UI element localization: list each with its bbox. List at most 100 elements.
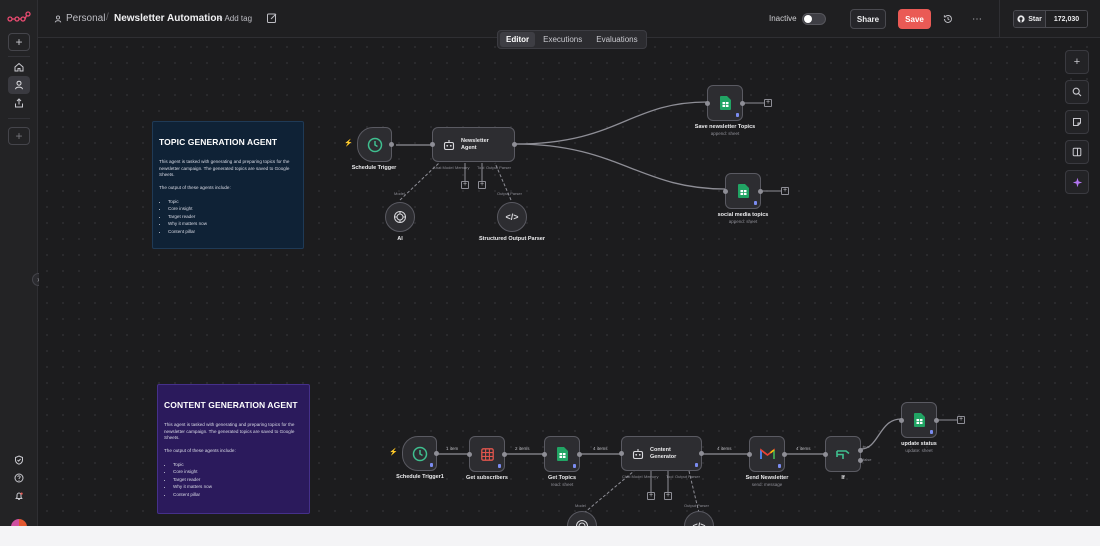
output-pin[interactable] — [389, 142, 394, 147]
github-star-button[interactable]: Star 172,030 — [1013, 10, 1088, 28]
search-nodes-button[interactable] — [1065, 80, 1089, 104]
help-button[interactable] — [8, 469, 30, 487]
sticky-content-generation[interactable]: CONTENT GENERATION AGENT This agent is t… — [157, 384, 310, 514]
add-node-button[interactable]: + — [781, 187, 789, 195]
node-label: Get subscribers — [466, 475, 508, 481]
add-tool-button[interactable]: + — [478, 181, 486, 189]
add-memory-button[interactable]: + — [461, 181, 469, 189]
output-pin[interactable] — [577, 451, 582, 457]
sticky-outputs-list: Topic Core insight Target reader Why it … — [159, 198, 297, 236]
output-pin[interactable] — [934, 417, 939, 423]
ai-assistant-button[interactable] — [1065, 170, 1089, 194]
node-content-generator[interactable]: Content Generator — [619, 436, 704, 471]
sticky-outputs-list: Topic Core insight Target reader Why it … — [164, 461, 303, 499]
node-save-newsletter-topics[interactable] — [705, 85, 745, 121]
node-title: Content Generator — [650, 447, 677, 460]
add-sticky-button[interactable] — [1065, 110, 1089, 134]
node-schedule-trigger[interactable] — [357, 127, 394, 162]
node-badge — [498, 464, 501, 468]
node-if[interactable] — [823, 436, 863, 472]
add-node-button[interactable]: + — [764, 99, 772, 107]
node-get-topics[interactable] — [542, 436, 582, 472]
add-memory-button[interactable]: + — [647, 492, 655, 500]
workflow-canvas[interactable]: TOPIC GENERATION AGENT This agent is tas… — [39, 39, 1100, 526]
input-pin[interactable] — [723, 188, 728, 194]
input-pin[interactable] — [467, 451, 472, 457]
output-pin[interactable] — [699, 451, 704, 456]
notifications-button[interactable] — [8, 487, 30, 505]
input-pin[interactable] — [705, 100, 710, 106]
shared-button[interactable] — [8, 94, 30, 112]
search-icon — [1072, 87, 1082, 97]
breadcrumb-project[interactable]: Personal — [54, 13, 105, 24]
toggle-panel-button[interactable] — [1065, 140, 1089, 164]
workflow-name[interactable]: Newsletter Automation — [114, 13, 223, 24]
node-label: Structured Output Parser — [478, 236, 545, 242]
add-tag-button[interactable]: + Add tag — [218, 14, 252, 23]
node-label: Send Newsletter — [745, 475, 789, 481]
input-pin[interactable] — [747, 451, 752, 457]
port-output-parser-label: Output Parser — [684, 503, 709, 508]
output-pin[interactable] — [740, 100, 745, 106]
node-newsletter-agent[interactable]: Newsletter Agent — [430, 127, 517, 162]
sticky-topic-generation[interactable]: TOPIC GENERATION AGENT This agent is tas… — [152, 121, 304, 249]
breadcrumb-separator: / — [106, 12, 109, 23]
output-pin[interactable] — [758, 188, 763, 194]
home-icon — [14, 62, 24, 72]
node-send-newsletter[interactable] — [747, 436, 787, 472]
tab-executions[interactable]: Executions — [537, 32, 588, 47]
input-pin[interactable] — [542, 451, 547, 457]
input-pin[interactable] — [899, 417, 904, 423]
port-tool: Tool — [666, 474, 674, 479]
edit-description-icon[interactable] — [266, 12, 278, 24]
github-star-count: 172,030 — [1046, 11, 1087, 27]
add-button[interactable]: + — [8, 33, 30, 51]
output-pin[interactable] — [502, 451, 507, 457]
list-item: Why it matters now — [168, 220, 297, 228]
edge-item-count: 4 items — [717, 446, 732, 451]
list-item: Core insight — [173, 468, 303, 476]
output-pin[interactable] — [512, 142, 517, 147]
input-pin[interactable] — [823, 451, 828, 457]
node-ai-model[interactable] — [385, 202, 415, 232]
templates-button[interactable] — [8, 451, 30, 469]
personal-button[interactable] — [8, 76, 30, 94]
robot-icon — [443, 139, 455, 150]
n8n-logo-icon[interactable] — [7, 10, 31, 24]
node-social-media-topics[interactable] — [723, 173, 763, 209]
node-label: AI — [397, 236, 403, 242]
add-node-button[interactable]: + — [957, 416, 965, 424]
history-button[interactable] — [941, 12, 955, 26]
output-pin[interactable] — [434, 451, 439, 456]
list-item: Topic — [168, 198, 297, 206]
active-toggle[interactable] — [802, 13, 826, 25]
overview-button[interactable] — [8, 58, 30, 76]
input-pin[interactable] — [619, 451, 624, 456]
port-output-parser: Output Parser — [675, 474, 700, 479]
node-structured-parser[interactable]: </> — [497, 202, 527, 232]
port-output-parser-label: Output Parser — [497, 191, 522, 196]
list-item: Content pillar — [173, 491, 303, 499]
list-item: Target reader — [173, 476, 303, 484]
input-pin[interactable] — [430, 142, 435, 147]
output-pin[interactable] — [782, 451, 787, 457]
openai-icon — [576, 520, 588, 526]
sticky-body: This agent is tasked with generating and… — [159, 159, 290, 178]
node-schedule-trigger1[interactable] — [402, 436, 439, 471]
view-tabs: Editor Executions Evaluations — [497, 30, 647, 49]
add-node-toolbar-button[interactable]: + — [1065, 50, 1089, 74]
avatar[interactable] — [11, 519, 27, 526]
node-label: If — [841, 475, 845, 481]
port-chat-model: Chat Model — [433, 165, 454, 170]
add-tool-button[interactable]: + — [664, 492, 672, 500]
add-project-button[interactable]: + — [8, 127, 30, 145]
tab-evaluations[interactable]: Evaluations — [590, 32, 643, 47]
more-options-button[interactable]: ⋯ — [970, 12, 984, 26]
node-get-subscribers[interactable] — [467, 436, 507, 472]
history-icon — [943, 14, 952, 23]
toggle-knob — [804, 15, 812, 23]
share-button[interactable]: Share — [850, 9, 886, 29]
tab-editor[interactable]: Editor — [500, 32, 536, 47]
node-update-status[interactable] — [899, 402, 939, 438]
save-button[interactable]: Save — [898, 9, 931, 29]
